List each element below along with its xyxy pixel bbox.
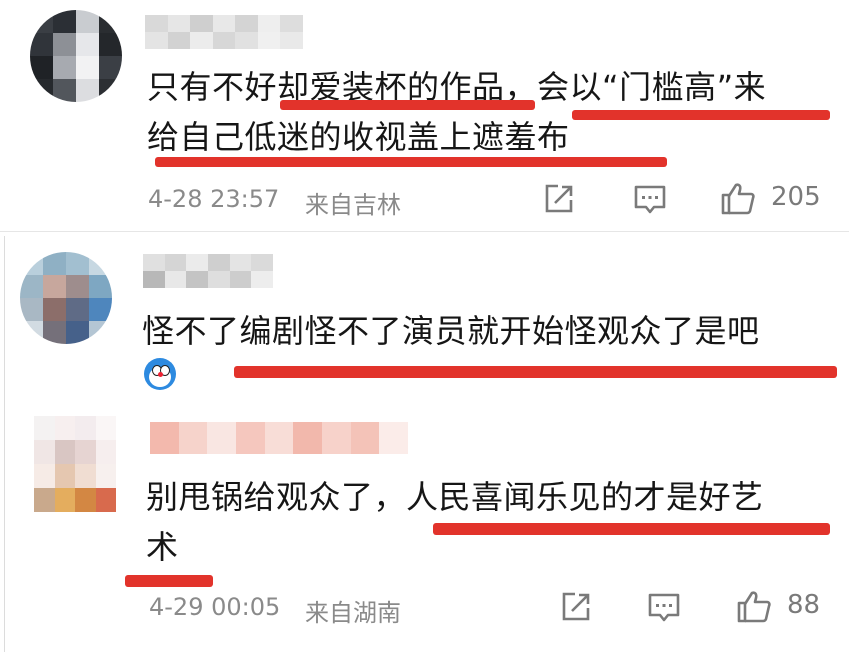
comment-text-line-2: 术 <box>146 528 179 566</box>
like-count: 205 <box>771 182 821 212</box>
username-blurred[interactable] <box>150 422 408 454</box>
comment-timestamp: 4-28 23:57 <box>148 185 280 213</box>
comment-timestamp: 4-29 00:05 <box>149 593 281 621</box>
username-blurred[interactable] <box>145 15 303 49</box>
comment-text-line-1: 怪不了编剧怪不了演员就开始怪观众了是吧 <box>142 312 760 350</box>
username-blurred[interactable] <box>143 254 273 288</box>
like-icon[interactable] <box>736 588 772 624</box>
comment-card-1: 只有不好却爱装杯的作品，会以“门槛高”来 给自己低迷的收视盖上遮羞布 4-28 … <box>0 0 849 232</box>
share-icon[interactable] <box>542 182 576 216</box>
highlight-underline <box>433 523 830 535</box>
avatar[interactable] <box>34 416 116 512</box>
comment-text-line-1: 别甩锅给观众了，人民喜闻乐见的才是好艺 <box>146 478 764 516</box>
comment-card-2: 怪不了编剧怪不了演员就开始怪观众了是吧 别甩锅给观众了，人民喜闻乐见的才是好艺 … <box>4 236 849 652</box>
highlight-underline <box>572 110 830 120</box>
highlight-underline <box>280 100 535 110</box>
highlight-underline <box>125 575 213 587</box>
highlight-underline <box>155 157 667 167</box>
comment-location: 来自湖南 <box>305 599 401 627</box>
comment-location: 来自吉林 <box>305 191 401 219</box>
comment-text-line-2: 给自己低迷的收视盖上遮羞布 <box>147 118 570 156</box>
like-count: 88 <box>787 590 821 620</box>
like-icon[interactable] <box>720 180 756 216</box>
divider <box>0 231 849 232</box>
comment-icon[interactable] <box>647 590 681 624</box>
comment-icon[interactable] <box>633 182 667 216</box>
avatar[interactable] <box>30 10 122 102</box>
doraemon-emoji <box>144 358 176 390</box>
avatar[interactable] <box>20 252 112 344</box>
highlight-underline <box>234 366 837 378</box>
divider <box>4 236 5 652</box>
share-icon[interactable] <box>559 590 593 624</box>
